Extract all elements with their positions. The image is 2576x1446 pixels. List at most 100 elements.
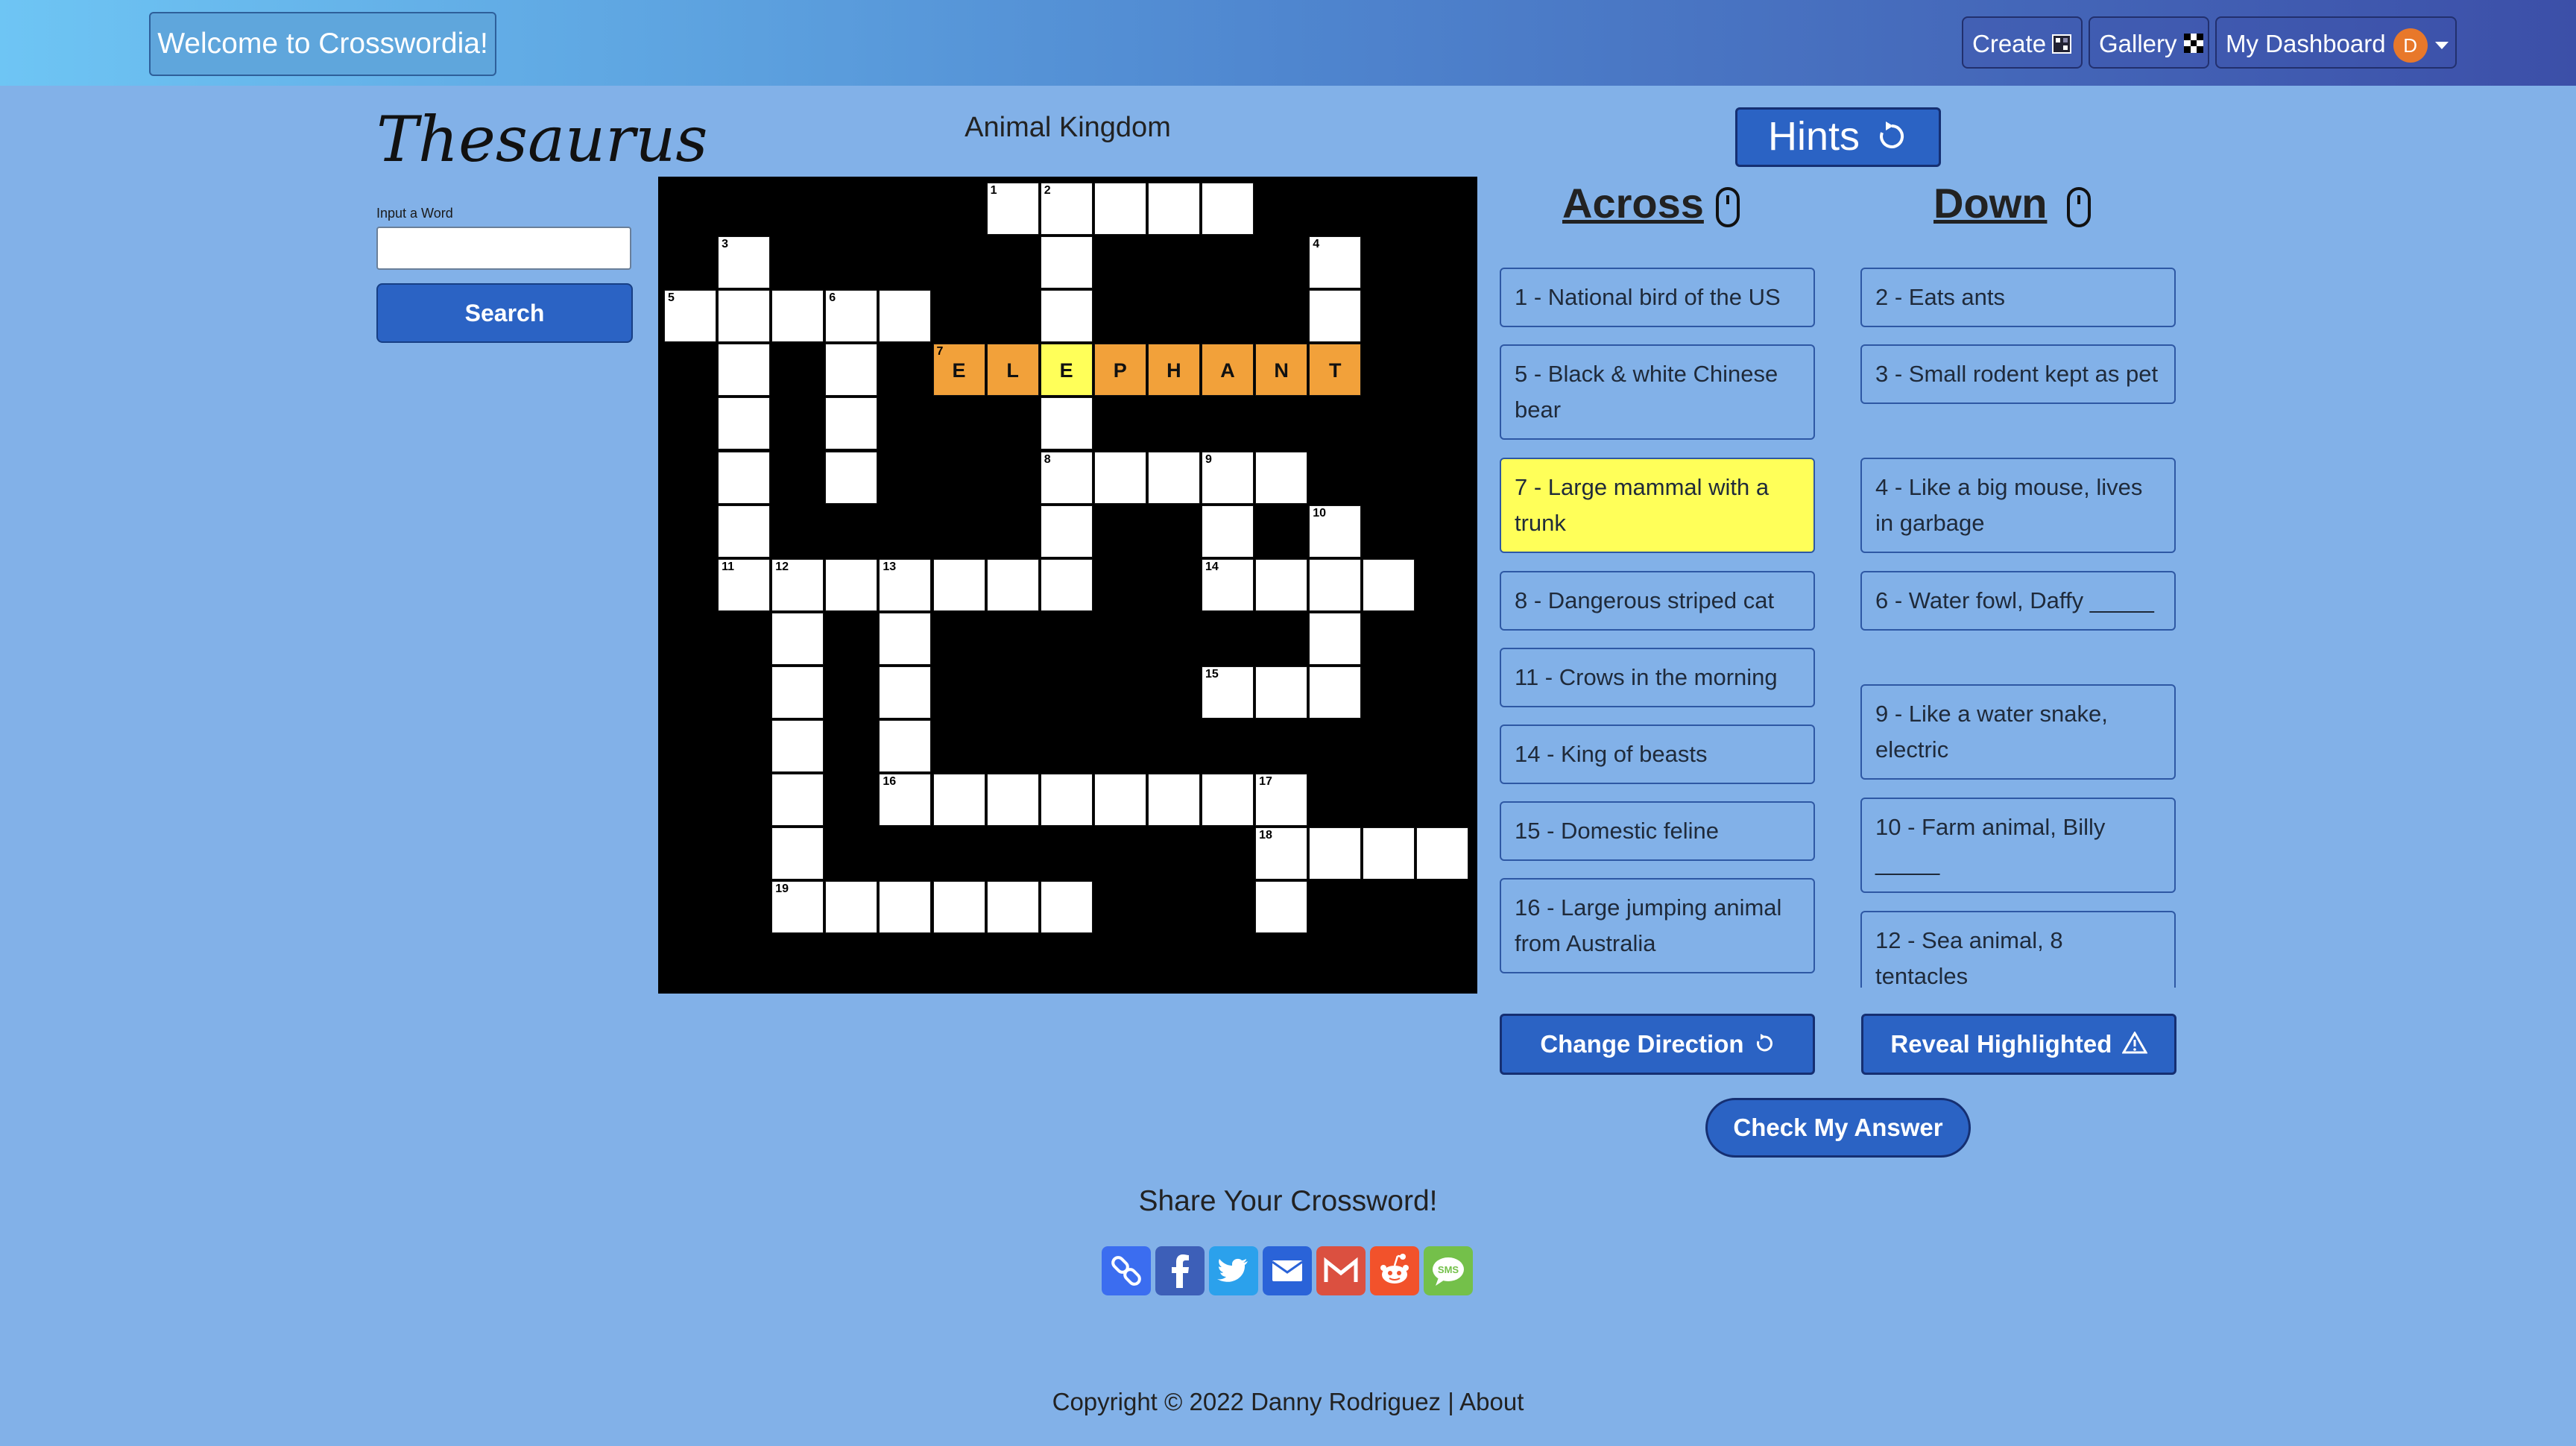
grid-cell[interactable] [1309, 612, 1362, 665]
grid-cell[interactable] [879, 290, 932, 343]
grid-cell[interactable]: 8 [1040, 451, 1093, 504]
grid-cell[interactable]: 13 [879, 558, 932, 611]
grid-cell[interactable] [1040, 236, 1093, 289]
grid-cell[interactable] [825, 397, 878, 450]
grid-cell[interactable] [986, 774, 1039, 827]
grid-cell[interactable] [1202, 505, 1254, 558]
dashboard-button[interactable]: My Dashboard D [2215, 16, 2457, 69]
about-link[interactable]: About [1459, 1388, 1524, 1415]
grid-cell[interactable]: P [1093, 344, 1146, 397]
brand-button[interactable]: Welcome to Crosswordia! [149, 12, 496, 76]
grid-cell[interactable] [1202, 183, 1254, 235]
grid-cell[interactable] [718, 290, 771, 343]
down-clue-4[interactable]: 4 - Like a big mouse, lives in garbage [1860, 458, 2176, 553]
grid-cell[interactable] [1040, 397, 1093, 450]
link-icon[interactable] [1102, 1246, 1151, 1295]
grid-cell[interactable]: 7E [932, 344, 985, 397]
grid-cell[interactable] [1255, 451, 1308, 504]
down-clue-12[interactable]: 12 - Sea animal, 8 tentacles [1860, 911, 2176, 988]
grid-cell[interactable] [825, 558, 878, 611]
across-clue-14[interactable]: 14 - King of beasts [1500, 724, 1815, 784]
across-clue-8[interactable]: 8 - Dangerous striped cat [1500, 571, 1815, 631]
grid-cell[interactable]: 2 [1040, 183, 1093, 235]
grid-cell[interactable] [1309, 666, 1362, 719]
reddit-icon[interactable] [1370, 1246, 1419, 1295]
grid-cell[interactable]: 3 [718, 236, 771, 289]
grid-cell[interactable] [1309, 558, 1362, 611]
gmail-icon[interactable] [1316, 1246, 1366, 1295]
grid-cell[interactable]: 5 [664, 290, 716, 343]
hints-button[interactable]: Hints [1735, 107, 1941, 167]
grid-cell[interactable] [718, 451, 771, 504]
grid-cell[interactable] [718, 344, 771, 397]
grid-cell[interactable] [1255, 666, 1308, 719]
grid-cell[interactable] [879, 612, 932, 665]
grid-cell[interactable] [932, 558, 985, 611]
mouse-icon[interactable] [2066, 186, 2092, 228]
thesaurus-input[interactable] [376, 227, 631, 270]
email-icon[interactable] [1263, 1246, 1312, 1295]
grid-cell[interactable] [718, 505, 771, 558]
down-clues-list[interactable]: 2 - Eats ants 3 - Small rodent kept as p… [1860, 265, 2184, 988]
reveal-highlighted-button[interactable]: Reveal Highlighted [1861, 1014, 2176, 1075]
grid-cell[interactable]: L [986, 344, 1039, 397]
gallery-button[interactable]: Gallery [2089, 16, 2209, 69]
grid-cell[interactable] [1040, 505, 1093, 558]
change-direction-button[interactable]: Change Direction [1500, 1014, 1815, 1075]
grid-cell[interactable]: 12 [771, 558, 824, 611]
grid-cell[interactable]: 10 [1309, 505, 1362, 558]
grid-cell[interactable] [1416, 827, 1469, 880]
grid-cell[interactable] [718, 397, 771, 450]
down-clue-6[interactable]: 6 - Water fowl, Daffy _____ [1860, 571, 2176, 631]
grid-cell[interactable] [1363, 558, 1415, 611]
grid-cell[interactable]: 16 [879, 774, 932, 827]
grid-cell[interactable]: 17 [1255, 774, 1308, 827]
across-clue-11[interactable]: 11 - Crows in the morning [1500, 648, 1815, 707]
grid-cell[interactable] [986, 881, 1039, 934]
grid-cell[interactable]: 6 [825, 290, 878, 343]
down-clue-3[interactable]: 3 - Small rodent kept as pet [1860, 344, 2176, 404]
grid-cell[interactable] [1147, 183, 1200, 235]
grid-cell[interactable]: 11 [718, 558, 771, 611]
across-clue-5[interactable]: 5 - Black & white Chinese bear [1500, 344, 1815, 440]
grid-cell[interactable] [1093, 451, 1146, 504]
grid-cell[interactable] [771, 290, 824, 343]
create-button[interactable]: Create [1962, 16, 2083, 69]
grid-cell[interactable] [825, 881, 878, 934]
grid-cell[interactable]: 19 [771, 881, 824, 934]
grid-cell[interactable]: 18 [1255, 827, 1308, 880]
grid-cell[interactable] [1040, 290, 1093, 343]
grid-cell[interactable] [879, 666, 932, 719]
grid-cell[interactable] [1147, 774, 1200, 827]
grid-cell[interactable]: H [1147, 344, 1200, 397]
grid-cell[interactable]: 14 [1202, 558, 1254, 611]
grid-cell[interactable] [1255, 558, 1308, 611]
search-button[interactable]: Search [376, 283, 633, 343]
grid-cell[interactable] [1147, 451, 1200, 504]
grid-cell[interactable]: 1 [986, 183, 1039, 235]
grid-cell[interactable] [1202, 774, 1254, 827]
grid-cell[interactable] [1255, 881, 1308, 934]
across-clue-7[interactable]: 7 - Large mammal with a trunk [1500, 458, 1815, 553]
grid-cell[interactable] [932, 774, 985, 827]
grid-cell[interactable]: 4 [1309, 236, 1362, 289]
grid-cell[interactable]: A [1202, 344, 1254, 397]
grid-cell[interactable] [1040, 881, 1093, 934]
grid-cell[interactable] [986, 558, 1039, 611]
grid-cell[interactable]: N [1255, 344, 1308, 397]
down-clue-9[interactable]: 9 - Like a water snake, electric [1860, 684, 2176, 780]
grid-cell[interactable] [771, 666, 824, 719]
grid-cell[interactable] [1040, 774, 1093, 827]
sms-icon[interactable]: SMS [1424, 1246, 1473, 1295]
grid-cell[interactable] [879, 881, 932, 934]
check-answer-button[interactable]: Check My Answer [1705, 1098, 1971, 1158]
down-clue-10[interactable]: 10 - Farm animal, Billy _____ [1860, 798, 2176, 893]
grid-cell[interactable] [771, 612, 824, 665]
across-clue-16[interactable]: 16 - Large jumping animal from Australia [1500, 878, 1815, 973]
grid-cell[interactable] [932, 881, 985, 934]
grid-cell[interactable] [825, 451, 878, 504]
mouse-icon[interactable] [1715, 186, 1740, 228]
grid-cell[interactable]: 15 [1202, 666, 1254, 719]
grid-cell[interactable]: T [1309, 344, 1362, 397]
grid-cell[interactable] [1363, 827, 1415, 880]
